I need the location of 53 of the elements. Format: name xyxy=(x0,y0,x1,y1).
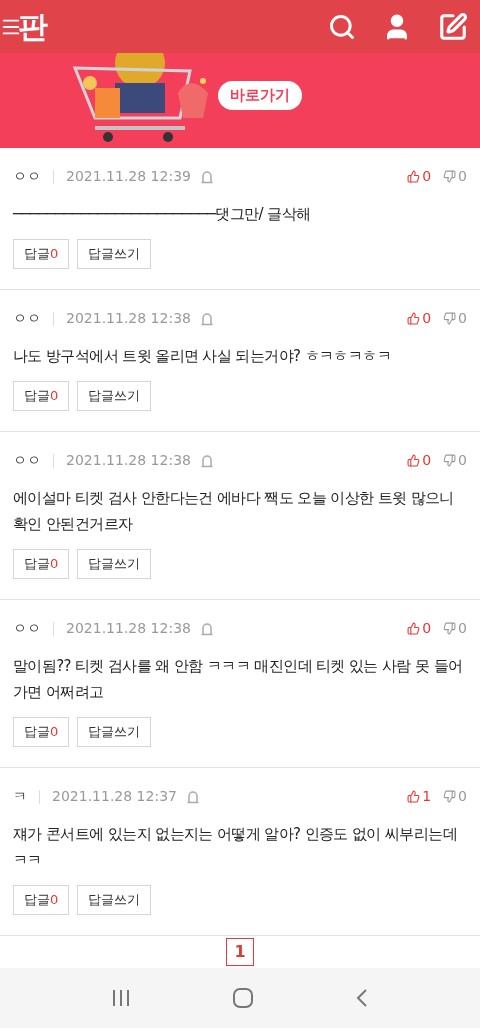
reply-count-button[interactable]: 답글0 xyxy=(13,239,70,269)
reply-count-button[interactable]: 답글0 xyxy=(13,885,70,915)
thumbs-down-icon[interactable] xyxy=(443,170,457,183)
back-icon[interactable] xyxy=(355,988,370,1008)
dislike-count: 0 xyxy=(458,451,467,470)
dislike-count: 0 xyxy=(458,619,467,638)
thumbs-up-icon[interactable] xyxy=(407,312,421,325)
write-reply-button[interactable]: 답글쓰기 xyxy=(77,239,152,269)
comment-time: 2021.11.28 12:39 xyxy=(66,167,191,186)
logo[interactable]: 판 xyxy=(18,11,48,42)
comment-text: ────────────────────────댓그만/ 글삭해 xyxy=(13,204,312,225)
thumbs-up-icon[interactable] xyxy=(407,622,421,635)
write-reply-button[interactable]: 답글쓰기 xyxy=(77,381,152,411)
dislike-count: 0 xyxy=(458,167,467,186)
write-reply-button[interactable]: 답글쓰기 xyxy=(77,885,152,915)
comment-text: 에이설마 티켓 검사 안한다는건 에바다 짹도 오늘 이상한 트윗 많으니 확인 안된건거르자 xyxy=(13,488,455,535)
thumbs-up-icon[interactable] xyxy=(407,170,421,183)
comment-text: 말이됨?? 티켓 검사를 왜 안함 ㅋㅋㅋ 매진인데 티켓 있는 사람 못 들어가면 어쩌려고 xyxy=(13,656,464,703)
comment-time: 2021.11.28 12:37 xyxy=(52,787,177,806)
comment-time: 2021.11.28 12:38 xyxy=(66,451,191,470)
author-name: ㅇㅇ xyxy=(13,309,41,328)
reply-count-button[interactable]: 답글0 xyxy=(13,381,70,411)
page-button[interactable]: 1 xyxy=(226,938,254,966)
like-count: 0 xyxy=(422,309,432,328)
like-count: 1 xyxy=(422,787,432,806)
thumbs-down-icon[interactable] xyxy=(443,454,457,467)
thumbs-up-icon[interactable] xyxy=(407,790,421,803)
like-count: 0 xyxy=(422,451,432,470)
write-reply-button[interactable]: 답글쓰기 xyxy=(77,549,152,579)
like-count: 0 xyxy=(422,619,432,638)
reply-count-button[interactable]: 답글0 xyxy=(13,717,70,747)
thumbs-up-icon[interactable] xyxy=(407,454,421,467)
like-count: 0 xyxy=(422,167,432,186)
recent-apps-icon[interactable] xyxy=(110,989,131,1007)
reply-count-button[interactable]: 답글0 xyxy=(13,549,70,579)
author-name: ㅇㅇ xyxy=(13,451,41,470)
comment-text: 나도 방구석에서 트윗 올리면 사실 되는거야? ㅎㅋㅎㅋㅎㅋ xyxy=(13,346,392,367)
comment-text: 쟤가 콘서트에 있는지 없는지는 어떻게 알아? 인증도 없이 씨부리는데 ㅋㅋ xyxy=(13,824,458,871)
comment-time: 2021.11.28 12:38 xyxy=(66,309,191,328)
author-name: ㅇㅇ xyxy=(13,619,41,638)
home-icon[interactable] xyxy=(232,987,254,1009)
dislike-count: 0 xyxy=(458,309,467,328)
dislike-count: 0 xyxy=(458,787,467,806)
author-name: ㅇㅇ xyxy=(13,167,41,186)
go-button[interactable]: 바로가기 xyxy=(218,81,302,110)
thumbs-down-icon[interactable] xyxy=(443,312,457,325)
author-name: ㅋ xyxy=(13,787,27,806)
thumbs-down-icon[interactable] xyxy=(443,790,457,803)
write-icon[interactable] xyxy=(438,11,468,42)
thumbs-down-icon[interactable] xyxy=(443,622,457,635)
write-reply-button[interactable]: 답글쓰기 xyxy=(77,717,152,747)
comment-time: 2021.11.28 12:38 xyxy=(66,619,191,638)
search-icon[interactable] xyxy=(328,12,356,41)
